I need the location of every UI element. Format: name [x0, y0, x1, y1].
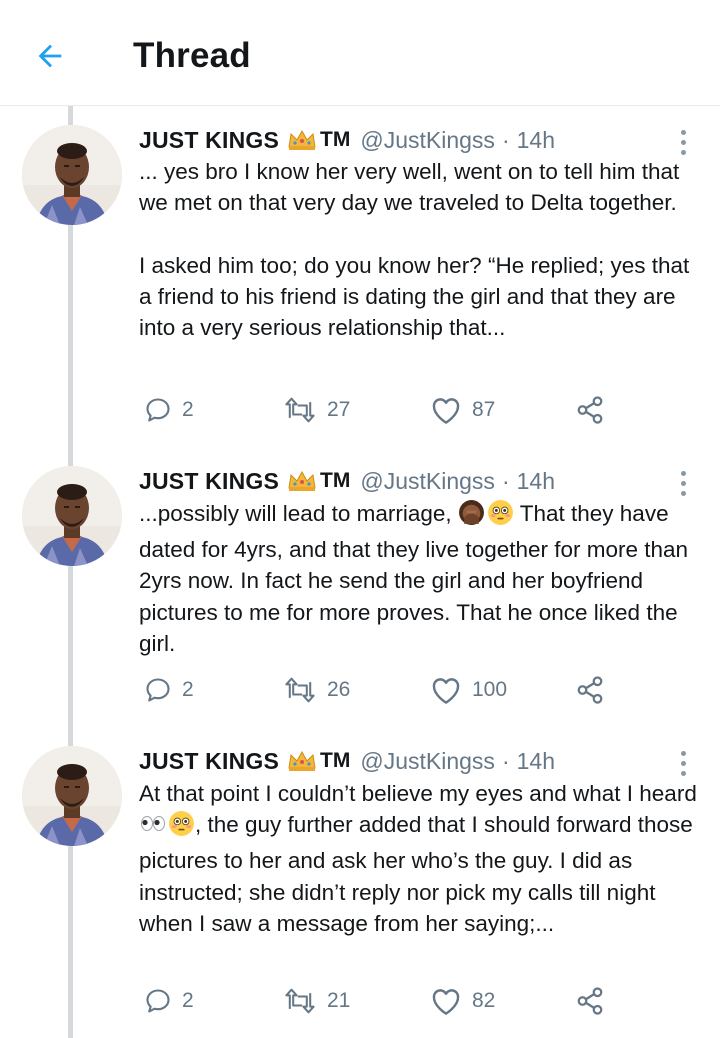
avatar[interactable]	[22, 125, 122, 225]
flushed-face-emoji	[168, 810, 195, 845]
reply-count: 2	[182, 989, 194, 1012]
thread-connector-line	[68, 106, 73, 1038]
user-handle[interactable]: @JustKingss	[360, 748, 495, 775]
eyes-emoji	[139, 810, 167, 845]
flushed-face-emoji	[487, 499, 514, 534]
tm-badge: TM	[320, 749, 351, 772]
tweet-actions: 2 21 82	[0, 981, 720, 1021]
crown-icon	[287, 129, 317, 151]
woman-facepalming-emoji	[458, 499, 485, 534]
share-button[interactable]	[575, 670, 605, 710]
more-vertical-icon	[680, 470, 686, 476]
back-button[interactable]	[28, 34, 72, 78]
tweet-header: JUST KINGS TM @JustKingss · 14h	[139, 125, 555, 155]
more-dot	[680, 770, 686, 776]
user-handle[interactable]: @JustKingss	[360, 127, 495, 154]
more-options-button[interactable]	[670, 127, 696, 157]
display-name[interactable]: JUST KINGS	[139, 127, 279, 154]
display-name[interactable]: JUST KINGS	[139, 468, 279, 495]
more-vertical-icon	[680, 750, 686, 756]
crown-icon	[287, 470, 317, 492]
share-icon	[577, 396, 603, 424]
tweet-actions: 2 27 87	[0, 390, 720, 430]
tweet-text-part: At that point I couldn’t believe my eyes…	[139, 781, 697, 806]
retweet-button[interactable]: 27	[283, 390, 350, 430]
tweet-text: At that point I couldn’t believe my eyes…	[139, 778, 699, 939]
top-app-bar: Thread	[0, 0, 720, 106]
retweet-icon	[285, 988, 315, 1014]
separator-dot: ·	[501, 747, 510, 774]
arrow-left-icon	[38, 44, 62, 68]
reply-count: 2	[182, 398, 194, 421]
tm-badge: TM	[320, 128, 351, 151]
share-button[interactable]	[575, 981, 605, 1021]
like-button[interactable]: 87	[430, 390, 495, 430]
display-name[interactable]: JUST KINGS	[139, 748, 279, 775]
like-icon	[432, 989, 460, 1015]
tweet-header: JUST KINGS TM @JustKingss · 14h	[139, 746, 555, 776]
retweet-button[interactable]: 26	[283, 670, 350, 710]
like-button[interactable]: 100	[430, 670, 507, 710]
timestamp[interactable]: 14h	[517, 127, 555, 154]
retweet-count: 27	[327, 398, 351, 421]
avatar[interactable]	[22, 746, 122, 846]
retweet-button[interactable]: 21	[283, 981, 350, 1021]
share-icon	[577, 987, 603, 1015]
tweet-paragraph: ... yes bro I know her very well, went o…	[139, 159, 680, 216]
like-count: 87	[472, 398, 496, 421]
retweet-icon	[285, 677, 315, 703]
tweet-text-part: , the guy further added that I should fo…	[139, 812, 693, 936]
reply-button[interactable]: 2	[144, 670, 194, 710]
page-title: Thread	[133, 36, 251, 75]
crown-icon	[287, 750, 317, 772]
tm-badge: TM	[320, 469, 351, 492]
separator-dot: ·	[501, 467, 510, 494]
more-dot	[680, 760, 686, 766]
more-dot	[680, 490, 686, 496]
reply-count: 2	[182, 678, 194, 701]
avatar[interactable]	[22, 466, 122, 566]
tweet-text: ... yes bro I know her very well, went o…	[139, 156, 699, 343]
like-icon	[432, 678, 460, 704]
more-options-button[interactable]	[670, 748, 696, 778]
reply-icon	[146, 678, 170, 702]
timestamp[interactable]: 14h	[517, 748, 555, 775]
timestamp[interactable]: 14h	[517, 468, 555, 495]
share-icon	[577, 676, 603, 704]
like-count: 100	[472, 678, 508, 701]
user-handle[interactable]: @JustKingss	[360, 468, 495, 495]
more-dot	[680, 149, 686, 155]
tweet-header: JUST KINGS TM @JustKingss · 14h	[139, 466, 555, 496]
more-dot	[680, 480, 686, 486]
like-button[interactable]: 82	[430, 981, 495, 1021]
more-options-button[interactable]	[670, 468, 696, 498]
share-button[interactable]	[575, 390, 605, 430]
retweet-count: 26	[327, 678, 351, 701]
like-count: 82	[472, 989, 496, 1012]
tweet-paragraph: I asked him too; do you know her? “He re…	[139, 252, 690, 340]
tweet-actions: 2 26 100	[0, 670, 720, 710]
tweet-text-part: ...possibly will lead to marriage,	[139, 501, 458, 526]
reply-button[interactable]: 2	[144, 390, 194, 430]
like-icon	[432, 398, 460, 424]
reply-icon	[146, 398, 170, 422]
separator-dot: ·	[501, 126, 510, 153]
retweet-icon	[285, 397, 315, 423]
reply-button[interactable]: 2	[144, 981, 194, 1021]
more-dot	[680, 139, 686, 145]
reply-icon	[146, 989, 170, 1013]
tweet-text: ...possibly will lead to marriage, That …	[139, 498, 699, 659]
more-vertical-icon	[680, 129, 686, 135]
retweet-count: 21	[327, 989, 351, 1012]
